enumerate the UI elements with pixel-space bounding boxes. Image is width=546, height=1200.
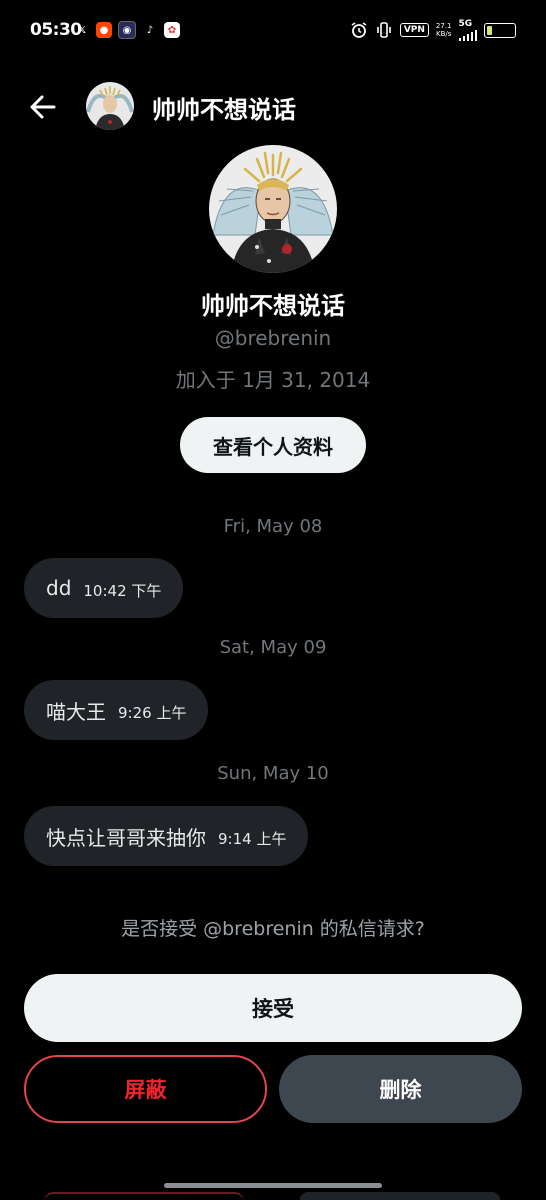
app-icon: ◉ xyxy=(118,21,136,39)
status-indicators: VPN 27.1 KB/s 5G xyxy=(350,19,516,41)
notification-icons: 𝕏 ● ◉ ♪ ✿ xyxy=(74,21,180,39)
message-time: 9:14 上午 xyxy=(218,829,287,848)
tiktok-icon: ♪ xyxy=(146,24,154,36)
profile-avatar[interactable] xyxy=(209,145,337,273)
back-button[interactable] xyxy=(26,90,60,124)
signal-bars-icon xyxy=(458,29,477,41)
delete-button-peek xyxy=(300,1192,500,1200)
battery-icon xyxy=(484,22,516,38)
message-time: 10:42 下午 xyxy=(83,581,162,600)
header-title: 帅帅不想说话 xyxy=(152,96,296,124)
accept-button[interactable]: 接受 xyxy=(24,974,522,1042)
back-arrow-icon xyxy=(30,95,56,119)
home-indicator[interactable] xyxy=(164,1183,382,1188)
message-bubble[interactable]: dd 10:42 下午 xyxy=(24,558,184,618)
alarm-icon xyxy=(351,22,367,38)
cell-signal: 5G xyxy=(458,19,477,41)
message-text: 快点让哥哥来抽你 xyxy=(46,825,206,850)
network-type: 5G xyxy=(458,19,473,29)
x-icon: 𝕏 xyxy=(77,24,87,36)
profile-handle: @brebrenin xyxy=(214,326,332,350)
reddit-icon: ● xyxy=(96,22,112,38)
view-profile-button[interactable]: 查看个人资料 xyxy=(180,417,366,473)
vpn-badge: VPN xyxy=(399,23,429,37)
block-button-peek xyxy=(44,1192,244,1200)
network-speed: 27.1 KB/s xyxy=(436,22,452,38)
header-avatar[interactable] xyxy=(86,82,134,130)
vibrate-icon xyxy=(377,22,391,38)
status-bar: 05:30 𝕏 ● ◉ ♪ ✿ VPN 27.1 KB/s 5G xyxy=(0,0,546,62)
network-speed-unit: KB/s xyxy=(436,30,452,38)
block-button[interactable]: 屏蔽 xyxy=(24,1055,267,1123)
message-text: dd xyxy=(46,576,72,600)
message-time: 9:26 上午 xyxy=(118,703,187,722)
date-separator: Sun, May 10 xyxy=(217,763,329,784)
message-request-question: 是否接受 @brebrenin 的私信请求? xyxy=(121,918,425,940)
app-store-icon: ✿ xyxy=(164,22,180,38)
date-separator: Fri, May 08 xyxy=(223,516,323,537)
message-bubble[interactable]: 喵大王 9:26 上午 xyxy=(24,680,209,740)
message-bubble[interactable]: 快点让哥哥来抽你 9:14 上午 xyxy=(24,806,309,866)
profile-joined-date: 加入于 1月 31, 2014 xyxy=(175,368,371,392)
dm-request-screen: 05:30 𝕏 ● ◉ ♪ ✿ VPN 27.1 KB/s 5G 帅帅不想说话 … xyxy=(0,0,546,1200)
date-separator: Sat, May 09 xyxy=(219,637,327,658)
message-text: 喵大王 xyxy=(46,699,106,724)
delete-button[interactable]: 删除 xyxy=(279,1055,522,1123)
conversation-header: 帅帅不想说话 xyxy=(0,78,546,138)
network-speed-value: 27.1 xyxy=(435,22,452,30)
profile-name: 帅帅不想说话 xyxy=(201,292,345,320)
